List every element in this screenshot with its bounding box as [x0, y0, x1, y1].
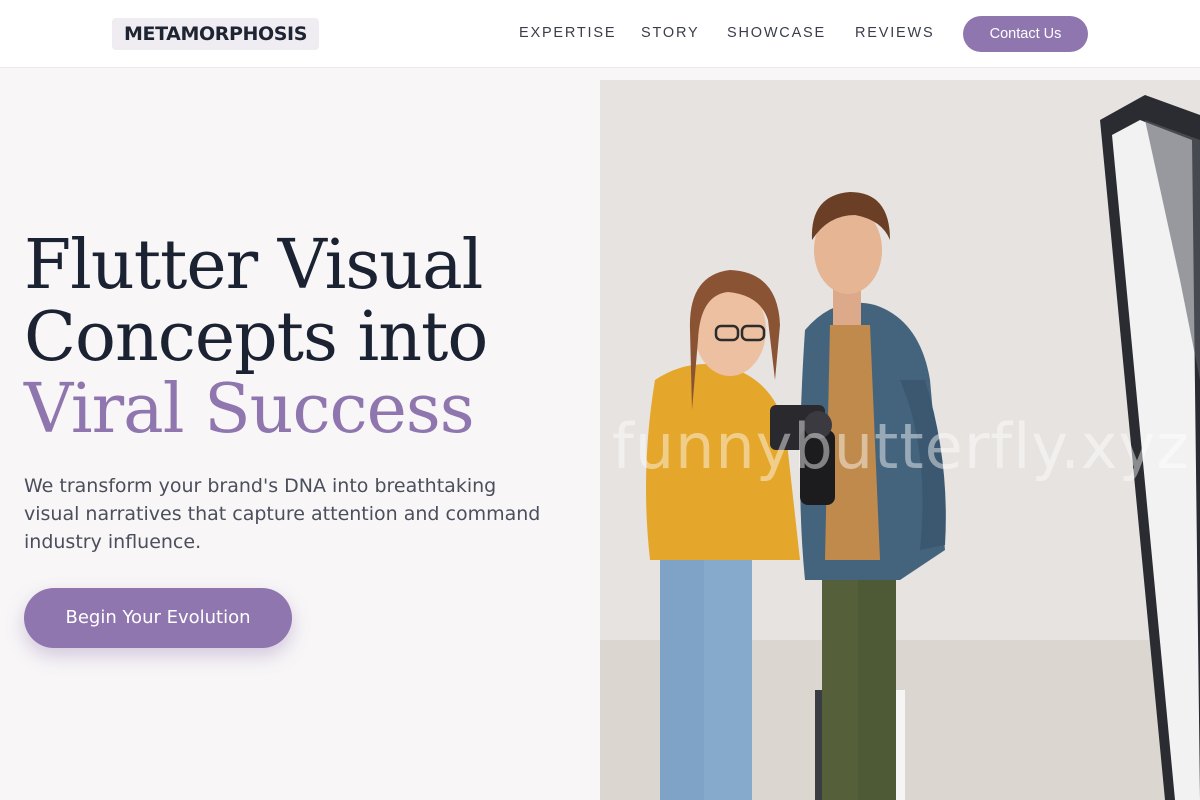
hero-description: We transform your brand's DNA into breat… — [24, 475, 541, 553]
nav-link-showcase[interactable]: SHOWCASE — [727, 23, 826, 43]
hero-title-line-1: Flutter Visual — [24, 226, 483, 305]
hero-image: funnybutterfly.xyz — [600, 80, 1200, 800]
hero-title: Flutter Visual Concepts into Viral Succe… — [24, 226, 488, 449]
nav-link-story[interactable]: STORY — [641, 23, 699, 43]
watermark-text: funnybutterfly.xyz — [612, 410, 1190, 483]
contact-us-button[interactable]: Contact Us — [963, 16, 1088, 52]
hero-title-line-2: Concepts into — [24, 298, 488, 377]
brand-logo[interactable]: METAMORPHOSIS — [112, 18, 319, 50]
site-header: METAMORPHOSIS EXPERTISE STORY SHOWCASE R… — [0, 0, 1200, 68]
begin-evolution-button[interactable]: Begin Your Evolution — [24, 588, 292, 648]
nav-link-expertise[interactable]: EXPERTISE — [519, 23, 616, 43]
hero-title-accent: Viral Success — [24, 370, 475, 449]
nav-link-reviews[interactable]: REVIEWS — [855, 23, 934, 43]
